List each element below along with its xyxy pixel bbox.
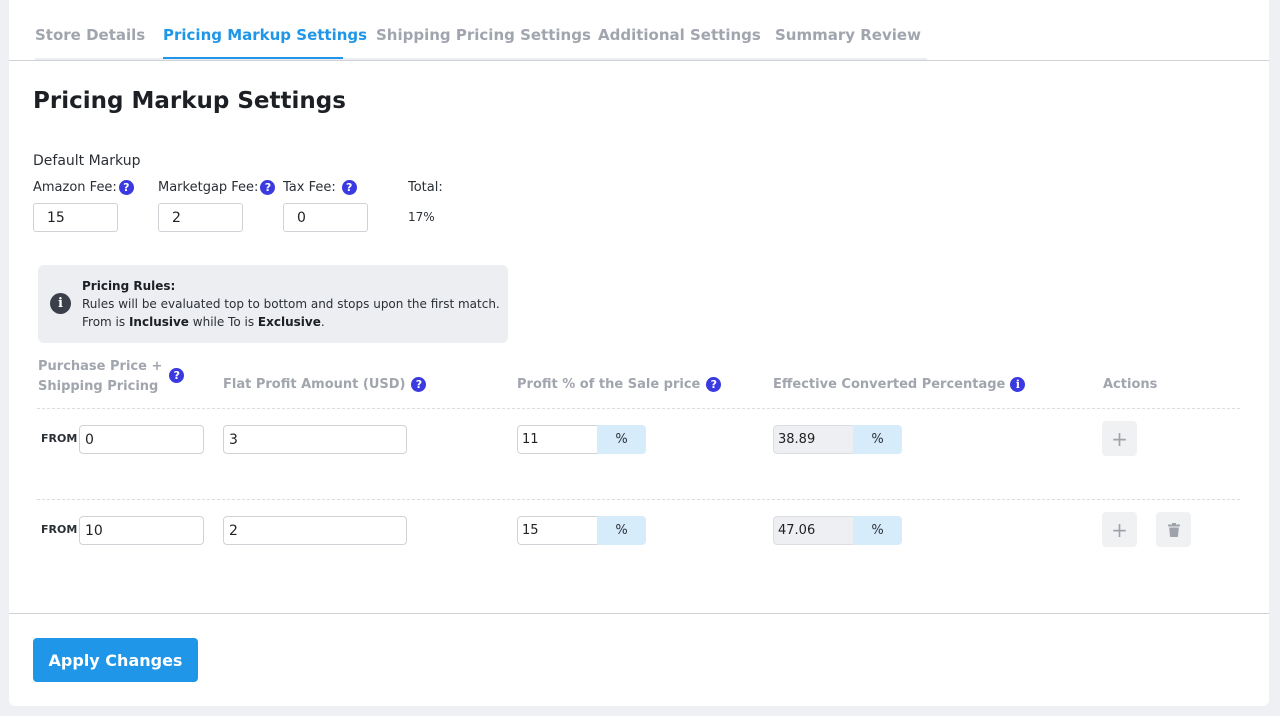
tab-summary-review[interactable]: Summary Review xyxy=(775,26,921,44)
profit-pct-input[interactable] xyxy=(517,425,597,454)
amazon-fee-label: Amazon Fee: ? xyxy=(33,180,134,195)
info-line-2: From is Inclusive while To is Exclusive. xyxy=(82,315,325,329)
column-header-profit-pct: Profit % of the Sale price ? xyxy=(517,377,722,392)
delete-row-button[interactable] xyxy=(1156,512,1191,547)
percent-suffix: % xyxy=(597,516,646,545)
help-icon[interactable]: ? xyxy=(118,180,134,195)
row-divider xyxy=(37,408,1240,409)
plus-icon: + xyxy=(1111,426,1128,451)
column-header-purchase-price: Purchase Price + Shipping Pricing ? xyxy=(38,357,185,397)
flat-profit-input[interactable] xyxy=(223,516,407,545)
marketgap-fee-input[interactable] xyxy=(158,203,243,232)
column-header-effective: Effective Converted Percentage i xyxy=(773,377,1026,392)
tab-shipping-pricing-settings[interactable]: Shipping Pricing Settings xyxy=(376,26,591,44)
profit-pct-group: % xyxy=(517,516,646,545)
info-title: Pricing Rules: xyxy=(82,279,176,293)
effective-pct-group: % xyxy=(773,425,902,454)
help-icon[interactable]: ? xyxy=(706,377,722,392)
help-icon[interactable]: ? xyxy=(341,180,357,195)
from-input[interactable] xyxy=(79,516,204,545)
column-header-flat-profit: Flat Profit Amount (USD) ? xyxy=(223,377,427,392)
info-icon[interactable]: i xyxy=(1010,377,1026,392)
default-markup-label: Default Markup xyxy=(33,153,141,169)
percent-suffix: % xyxy=(597,425,646,454)
column-header-purchase-line2: Shipping Pricing xyxy=(38,379,159,394)
total-value: 17% xyxy=(408,210,435,224)
apply-changes-button[interactable]: Apply Changes xyxy=(33,638,198,682)
amazon-fee-label-text: Amazon Fee: xyxy=(33,180,117,195)
column-header-profit-pct-text: Profit % of the Sale price xyxy=(517,377,701,392)
settings-card: Store Details Pricing Markup Settings Sh… xyxy=(9,0,1269,706)
effective-pct-input xyxy=(773,516,853,545)
percent-suffix: % xyxy=(853,516,902,545)
tax-fee-label: Tax Fee: ? xyxy=(283,180,357,195)
info-line-1: Rules will be evaluated top to bottom an… xyxy=(82,297,500,311)
from-label: FROM xyxy=(41,432,78,445)
flat-profit-input[interactable] xyxy=(223,425,407,454)
tab-additional-settings[interactable]: Additional Settings xyxy=(598,26,761,44)
profit-pct-group: % xyxy=(517,425,646,454)
add-row-button[interactable]: + xyxy=(1102,421,1137,456)
from-input[interactable] xyxy=(79,425,204,454)
help-icon[interactable]: ? xyxy=(260,180,276,195)
help-icon[interactable]: ? xyxy=(169,368,185,383)
column-header-purchase-line1: Purchase Price + xyxy=(38,359,163,374)
tax-fee-label-text: Tax Fee: xyxy=(283,180,336,195)
effective-pct-input xyxy=(773,425,853,454)
footer-divider xyxy=(9,613,1269,614)
amazon-fee-input[interactable] xyxy=(33,203,118,232)
tab-bar: Store Details Pricing Markup Settings Sh… xyxy=(35,0,927,60)
help-icon[interactable]: ? xyxy=(411,377,427,392)
profit-pct-input[interactable] xyxy=(517,516,597,545)
from-label: FROM xyxy=(41,523,78,536)
marketgap-fee-label-text: Marketgap Fee: xyxy=(158,180,259,195)
tab-store-details[interactable]: Store Details xyxy=(35,26,145,44)
active-tab-indicator xyxy=(163,57,343,59)
marketgap-fee-label: Marketgap Fee: ? xyxy=(158,180,276,195)
add-row-button[interactable]: + xyxy=(1102,512,1137,547)
effective-pct-group: % xyxy=(773,516,902,545)
total-label: Total: xyxy=(408,180,443,195)
trash-icon xyxy=(1167,522,1180,537)
row-divider xyxy=(37,499,1240,500)
column-header-effective-text: Effective Converted Percentage xyxy=(773,377,1006,392)
column-header-flat-profit-text: Flat Profit Amount (USD) xyxy=(223,377,406,392)
header-divider xyxy=(9,60,1269,61)
tab-pricing-markup-settings[interactable]: Pricing Markup Settings xyxy=(163,26,367,44)
plus-icon: + xyxy=(1111,517,1128,542)
page-title: Pricing Markup Settings xyxy=(33,88,346,114)
percent-suffix: % xyxy=(853,425,902,454)
column-header-actions: Actions xyxy=(1103,377,1158,392)
pricing-rules-info-box: i Pricing Rules: Rules will be evaluated… xyxy=(38,265,508,343)
tax-fee-input[interactable] xyxy=(283,203,368,232)
info-icon: i xyxy=(50,293,71,314)
